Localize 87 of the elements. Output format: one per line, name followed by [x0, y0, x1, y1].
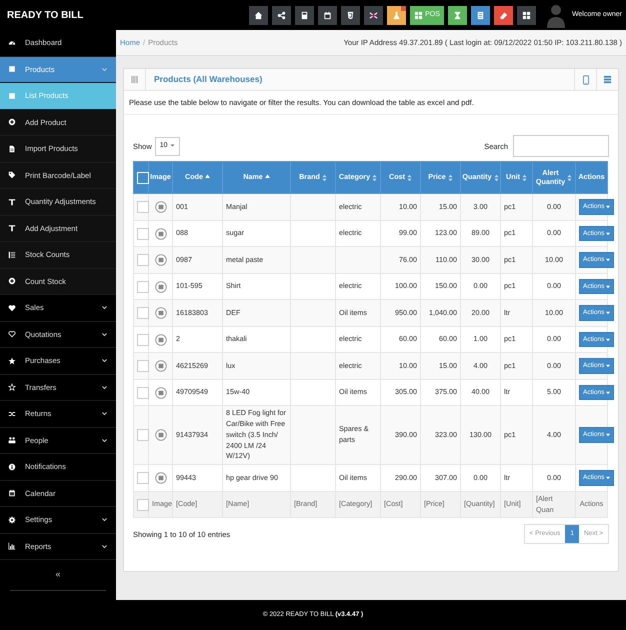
- toolbar-button[interactable]: [387, 6, 406, 24]
- tag-icon: [8, 171, 16, 180]
- bar-chart-icon: [8, 542, 16, 550]
- grid-icon: [522, 10, 531, 20]
- list-icon: [8, 250, 16, 259]
- toolbar-button[interactable]: [364, 6, 384, 24]
- square-icon: [8, 65, 16, 74]
- shuffle-icon: [8, 410, 16, 418]
- caret-icon: [606, 205, 610, 209]
- footer-checkbox[interactable]: [137, 498, 149, 511]
- toolbar-button[interactable]: [249, 6, 268, 24]
- toolbar-button[interactable]: [272, 6, 292, 24]
- image-placeholder-icon: [154, 307, 166, 319]
- sort-icon[interactable]: [322, 174, 327, 182]
- sort-icon[interactable]: [406, 174, 412, 182]
- row-checkbox[interactable]: [137, 360, 149, 372]
- select-all-checkbox[interactable]: [137, 172, 149, 184]
- row-checkbox[interactable]: [137, 472, 149, 484]
- list-icon: [476, 10, 485, 20]
- flag-icon: [369, 10, 378, 20]
- toolbar-button[interactable]: [470, 6, 490, 24]
- caret-icon: [606, 338, 610, 342]
- toolbar-button[interactable]: [341, 6, 360, 24]
- image-placeholder-icon: [154, 472, 166, 484]
- toolbar-button[interactable]: [295, 6, 314, 24]
- plus-circle-icon: [8, 277, 16, 286]
- row-checkbox[interactable]: [137, 334, 149, 346]
- caret-icon: [606, 476, 610, 480]
- flask-icon: [392, 10, 402, 20]
- caret-icon: [606, 284, 610, 288]
- user-avatar-icon: [546, 2, 566, 28]
- caret-icon: [170, 142, 174, 148]
- settings-icon: [8, 516, 16, 524]
- sort-icon[interactable]: [372, 174, 378, 182]
- toolbar-button[interactable]: [516, 6, 536, 24]
- panel-title: Products (All Warehouses): [154, 73, 262, 86]
- row-checkbox[interactable]: [137, 386, 149, 398]
- caret-icon: [606, 232, 610, 236]
- image-placeholder-icon: [154, 360, 166, 372]
- info-icon: [8, 462, 16, 471]
- document-icon: [8, 144, 16, 153]
- sort-icon[interactable]: [522, 174, 527, 182]
- row-checkbox[interactable]: [137, 307, 149, 319]
- image-placeholder-icon: [154, 334, 166, 346]
- image-placeholder-icon: [154, 386, 166, 398]
- square-icon: [8, 92, 16, 100]
- heart-outline-icon: [8, 330, 16, 338]
- shield-icon: [346, 10, 356, 20]
- eraser-icon: [498, 10, 508, 20]
- image-placeholder-icon: [154, 429, 166, 442]
- row-checkbox[interactable]: [137, 201, 149, 213]
- row-checkbox[interactable]: [137, 254, 149, 266]
- barcode-icon: [130, 75, 139, 84]
- caret-icon: [606, 390, 610, 394]
- people-icon: [8, 436, 16, 444]
- caret-icon: [606, 364, 610, 368]
- calendar-icon: [323, 10, 332, 20]
- sort-icon[interactable]: [448, 174, 453, 182]
- mobile-phone-icon[interactable]: [580, 74, 590, 84]
- caret-icon: [606, 311, 610, 315]
- image-placeholder-icon: [154, 228, 166, 240]
- grid-icon: [414, 10, 424, 20]
- calendar-icon: [8, 489, 16, 498]
- image-placeholder-icon: [154, 280, 166, 292]
- app-title: READY TO BILL: [7, 8, 84, 22]
- image-placeholder-icon: [154, 201, 166, 213]
- heart-icon: [8, 304, 16, 312]
- star-outline-icon: [8, 383, 16, 392]
- row-checkbox[interactable]: [137, 280, 149, 292]
- image-placeholder-icon: [154, 254, 166, 266]
- sort-icon[interactable]: [567, 174, 572, 182]
- caret-icon: [606, 433, 610, 438]
- gauge-icon: [8, 38, 16, 47]
- search-field[interactable]: [513, 135, 609, 158]
- row-checkbox[interactable]: [137, 429, 149, 442]
- home-icon: [254, 10, 264, 20]
- menu-icon[interactable]: [603, 75, 612, 84]
- hourglass-icon: [452, 10, 462, 20]
- toolbar-button[interactable]: [494, 6, 513, 24]
- toolbar-button[interactable]: [318, 6, 338, 24]
- row-checkbox[interactable]: [137, 228, 149, 240]
- share-icon: [277, 10, 286, 20]
- plus-circle-icon: [8, 118, 16, 126]
- caret-icon: [606, 258, 610, 262]
- star-icon: [8, 356, 16, 365]
- toolbar-button[interactable]: [448, 6, 467, 24]
- calculator-icon: [300, 10, 310, 20]
